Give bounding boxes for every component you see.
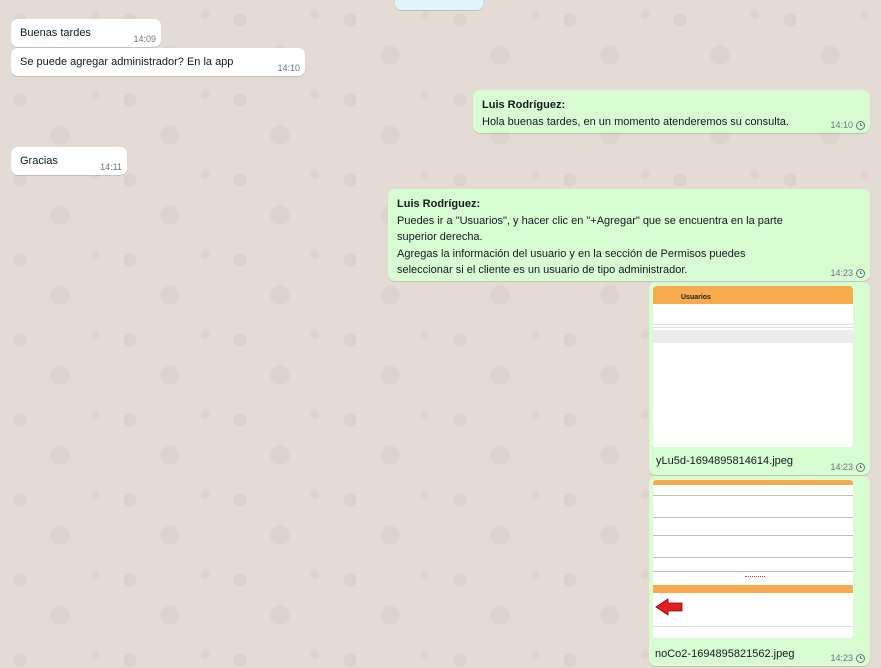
image-thumbnail[interactable]	[653, 480, 853, 638]
image-message-outgoing[interactable]: noCo2-1694895821562.jpeg 14:23	[649, 476, 870, 666]
message-text: Gracias	[20, 155, 58, 167]
message-meta: 14:23	[830, 653, 865, 663]
message-meta: 14:09	[133, 34, 156, 44]
sender-name: Luis Rodríguez:	[397, 198, 481, 210]
clock-icon	[856, 462, 865, 472]
message-text: Buenas tardes	[20, 27, 91, 39]
thumbnail-divider	[653, 327, 853, 328]
thumbnail-grey-row	[653, 330, 853, 343]
thumbnail-header-bar	[653, 480, 853, 485]
message-outgoing[interactable]: Luis Rodríguez: Puedes ir a "Usuarios", …	[388, 189, 870, 281]
message-text: Se puede agregar administrador? En la ap…	[20, 56, 234, 68]
message-line: Puedes ir a "Usuarios", y hacer clic en …	[397, 214, 783, 227]
message-incoming[interactable]: Gracias 14:11	[11, 147, 127, 175]
message-time: 14:09	[133, 34, 156, 44]
message-time: 14:10	[830, 120, 853, 130]
previous-message-stub	[395, 0, 483, 10]
thumbnail-header-bar: Usuarios	[653, 286, 853, 304]
thumbnail-divider	[653, 324, 853, 325]
thumbnail-divider	[653, 571, 853, 572]
message-time: 14:10	[277, 63, 300, 73]
thumbnail-divider	[653, 557, 853, 558]
message-text: Hola buenas tardes, en un momento atende…	[482, 115, 789, 128]
thumbnail-divider	[653, 495, 853, 496]
message-outgoing[interactable]: Luis Rodríguez: Hola buenas tardes, en u…	[473, 90, 870, 133]
message-time: 14:23	[830, 653, 853, 663]
message-incoming[interactable]: Se puede agregar administrador? En la ap…	[11, 48, 305, 76]
clock-icon	[856, 268, 865, 278]
thumbnail-title: Usuarios	[681, 294, 711, 301]
message-line: Agregas la información del usuario y en …	[397, 247, 746, 260]
message-meta: 14:10	[277, 63, 300, 73]
message-time: 14:11	[100, 162, 122, 172]
thumbnail-red-text	[745, 576, 765, 578]
thumbnail-divider	[653, 535, 853, 536]
image-message-outgoing[interactable]: Usuarios yLu5d-1694895814614.jpeg 14:23	[649, 282, 870, 475]
thumbnail-orange-bar	[653, 585, 853, 593]
thumbnail-divider	[653, 517, 853, 518]
image-thumbnail[interactable]: Usuarios	[653, 286, 853, 447]
message-incoming[interactable]: Buenas tardes 14:09	[11, 19, 161, 47]
thumbnail-divider	[653, 626, 853, 627]
sender-name: Luis Rodríguez:	[482, 99, 566, 111]
message-meta: 14:11	[100, 162, 122, 172]
message-meta: 14:23	[830, 268, 865, 278]
red-arrow-left-icon	[655, 598, 683, 616]
message-meta: 14:23	[830, 462, 865, 472]
message-line: superior derecha.	[397, 231, 483, 243]
message-meta: 14:10	[830, 120, 865, 130]
message-line: seleccionar si el cliente es un usuario …	[397, 264, 688, 276]
message-time: 14:23	[830, 268, 853, 278]
clock-icon	[856, 653, 865, 663]
clock-icon	[856, 120, 865, 130]
file-name: noCo2-1694895821562.jpeg	[655, 648, 795, 660]
message-time: 14:23	[830, 462, 853, 472]
file-name: yLu5d-1694895814614.jpeg	[656, 455, 794, 467]
